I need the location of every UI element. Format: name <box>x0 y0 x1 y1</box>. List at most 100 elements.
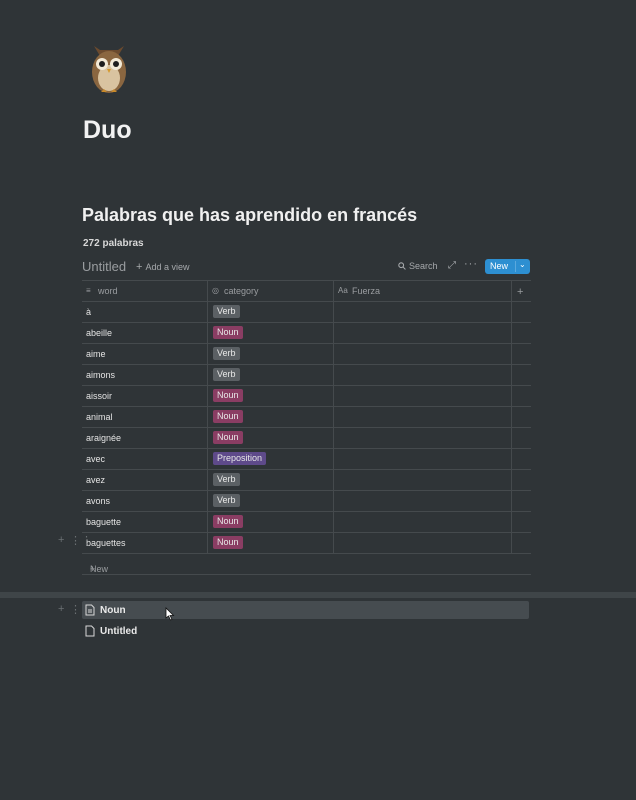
column-header-fuerza[interactable]: Aa Fuerza <box>334 281 512 301</box>
word-cell[interactable]: aimons <box>82 365 208 385</box>
page-title[interactable]: Duo <box>83 116 132 145</box>
plus-icon: + <box>136 261 143 273</box>
text-icon: ≡ <box>86 286 91 295</box>
section-heading[interactable]: Palabras que has aprendido en francés <box>82 205 417 226</box>
add-view-button[interactable]: + Add a view <box>136 261 189 273</box>
table-row[interactable]: baguettes Noun <box>82 533 531 554</box>
add-block-icon[interactable]: + <box>58 534 64 546</box>
category-cell[interactable]: Verb <box>208 491 334 511</box>
category-tag: Verb <box>213 494 240 507</box>
fuerza-cell[interactable] <box>334 449 512 469</box>
page-icon <box>85 625 95 637</box>
word-text: à <box>86 307 92 317</box>
category-cell[interactable]: Noun <box>208 428 334 448</box>
word-text: baguette <box>86 517 122 527</box>
fuerza-cell[interactable] <box>334 344 512 364</box>
column-label: category <box>224 286 259 296</box>
category-tag: Verb <box>213 473 240 486</box>
row-spacer <box>512 470 531 490</box>
fuerza-cell[interactable] <box>334 407 512 427</box>
word-cell[interactable]: baguette <box>82 512 208 532</box>
table-row[interactable]: avez Verb <box>82 470 531 491</box>
category-cell[interactable]: Noun <box>208 407 334 427</box>
category-cell[interactable]: Noun <box>208 512 334 532</box>
owl-icon[interactable] <box>84 40 134 96</box>
more-options-icon[interactable]: ··· <box>464 258 478 270</box>
column-label: word <box>98 286 118 296</box>
category-tag: Verb <box>213 305 240 318</box>
table-row[interactable]: animal Noun <box>82 407 531 428</box>
word-cell[interactable]: aissoir <box>82 386 208 406</box>
new-button-label: New <box>490 261 509 271</box>
category-cell[interactable]: Noun <box>208 386 334 406</box>
add-column-button[interactable]: + <box>512 281 531 301</box>
table-row[interactable]: baguette Noun <box>82 512 531 533</box>
word-cell[interactable]: baguettes <box>82 533 208 553</box>
table-row[interactable]: araignée Noun <box>82 428 531 449</box>
category-cell[interactable]: Verb <box>208 470 334 490</box>
category-tag: Noun <box>213 326 243 339</box>
view-name[interactable]: Untitled <box>82 259 126 274</box>
word-text: aimons <box>86 370 116 380</box>
word-cell[interactable]: araignée <box>82 428 208 448</box>
page-icon <box>85 604 95 616</box>
fuerza-cell[interactable] <box>334 323 512 343</box>
fuerza-cell[interactable] <box>334 365 512 385</box>
word-text: aissoir <box>86 391 113 401</box>
search-label: Search <box>409 261 438 271</box>
category-cell[interactable]: Noun <box>208 533 334 553</box>
drag-handle-icon[interactable]: ⋮⋮ <box>70 534 92 547</box>
table-header: ≡ word ◎ category Aa Fuerza + <box>82 281 531 302</box>
table-row[interactable]: avons Verb <box>82 491 531 512</box>
category-cell[interactable]: Noun <box>208 323 334 343</box>
table-row[interactable]: aime Verb <box>82 344 531 365</box>
category-tag: Noun <box>213 515 243 528</box>
table-row[interactable]: à Verb <box>82 302 531 323</box>
category-tag: Noun <box>213 431 243 444</box>
word-cell[interactable]: avez <box>82 470 208 490</box>
category-cell[interactable]: Verb <box>208 344 334 364</box>
column-header-category[interactable]: ◎ category <box>208 281 334 301</box>
word-text: avons <box>86 496 111 506</box>
fuerza-cell[interactable] <box>334 512 512 532</box>
subpage-noun[interactable]: Noun <box>82 601 529 619</box>
word-cell[interactable]: avons <box>82 491 208 511</box>
table-row[interactable]: aimons Verb <box>82 365 531 386</box>
row-spacer <box>512 302 531 322</box>
word-cell[interactable]: à <box>82 302 208 322</box>
search-button[interactable]: Search <box>398 261 438 271</box>
category-tag: Noun <box>213 389 243 402</box>
word-text: araignée <box>86 433 122 443</box>
database-toolbar: Untitled + Add a view Search ⤢ ··· New ⌄ <box>82 257 530 277</box>
table-row[interactable]: abeille Noun <box>82 323 531 344</box>
new-row-label: New <box>90 564 109 574</box>
row-spacer <box>512 449 531 469</box>
fuerza-cell[interactable] <box>334 386 512 406</box>
category-tag: Preposition <box>213 452 267 465</box>
word-cell[interactable]: aime <box>82 344 208 364</box>
category-tag: Verb <box>213 347 240 360</box>
fuerza-cell[interactable] <box>334 428 512 448</box>
word-cell[interactable]: avec <box>82 449 208 469</box>
fuerza-cell[interactable] <box>334 302 512 322</box>
chevron-down-icon[interactable]: ⌄ <box>519 260 526 269</box>
fuerza-cell[interactable] <box>334 491 512 511</box>
add-row-button[interactable]: + New <box>82 554 531 575</box>
word-cell[interactable]: abeille <box>82 323 208 343</box>
fuerza-cell[interactable] <box>334 533 512 553</box>
expand-icon[interactable]: ⤢ <box>448 260 456 271</box>
category-cell[interactable]: Preposition <box>208 449 334 469</box>
word-text: avez <box>86 475 106 485</box>
category-cell[interactable]: Verb <box>208 302 334 322</box>
category-tag: Noun <box>213 536 243 549</box>
column-header-word[interactable]: ≡ word <box>82 281 208 301</box>
category-cell[interactable]: Verb <box>208 365 334 385</box>
add-block-icon[interactable]: + <box>58 603 64 615</box>
fuerza-cell[interactable] <box>334 470 512 490</box>
table-row[interactable]: avec Preposition <box>82 449 531 470</box>
mouse-pointer-icon <box>165 607 175 626</box>
table-row[interactable]: aissoir Noun <box>82 386 531 407</box>
column-label: Fuerza <box>352 286 381 296</box>
word-cell[interactable]: animal <box>82 407 208 427</box>
new-record-button[interactable]: New ⌄ <box>485 259 530 274</box>
